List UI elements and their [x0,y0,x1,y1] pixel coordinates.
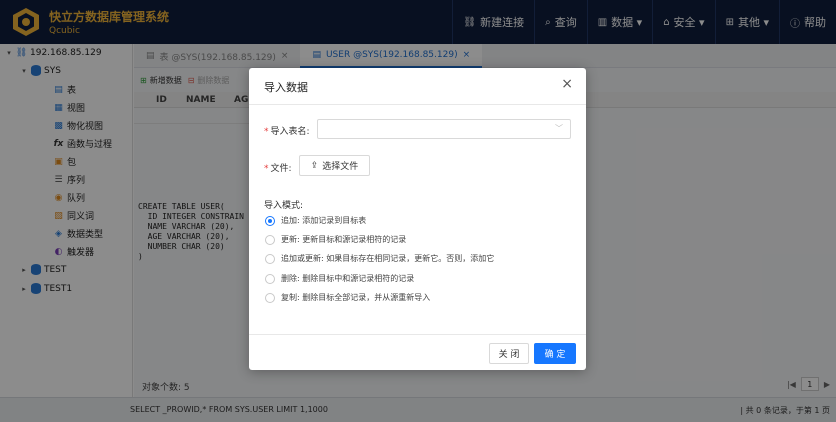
import-mode-label: 导入模式: [264,201,304,211]
dialog-title: 导入数据 [264,81,308,94]
divider [249,334,586,335]
mode-update[interactable]: 更新: 更新目标和源记录相符的记录 [265,234,406,245]
upload-icon: ⇪ [310,160,319,171]
table-name-label: * 导入表名: [264,127,310,137]
radio-checked[interactable] [265,215,275,226]
divider [249,104,586,105]
ok-button[interactable]: 确 定 [534,343,576,364]
mode-copy[interactable]: 复制: 删除目标全部记录，并从源重新导入 [265,292,430,303]
radio[interactable] [265,253,275,264]
mode-delete[interactable]: 删除: 删除目标中和源记录相符的记录 [265,273,414,284]
mode-append-or-update[interactable]: 追加或更新: 如果目标存在相同记录，更新它。否则，添加它 [265,253,494,264]
choose-file-button[interactable]: ⇪ 选择文件 [299,155,370,176]
file-label: * 文件: [264,164,292,174]
import-data-dialog: 导入数据 × * 导入表名: ﹀ * 文件: ⇪ 选择文件 导入模式: 追加: 添加… [249,68,586,370]
mode-append[interactable]: 追加: 添加记录到目标表 [265,215,366,226]
radio[interactable] [265,273,275,284]
radio[interactable] [265,292,275,303]
close-icon[interactable]: × [561,76,573,92]
table-name-select[interactable]: ﹀ [317,119,571,139]
radio[interactable] [265,234,275,245]
cancel-button[interactable]: 关 闭 [489,343,529,364]
chevron-down-icon: ﹀ [555,124,563,133]
